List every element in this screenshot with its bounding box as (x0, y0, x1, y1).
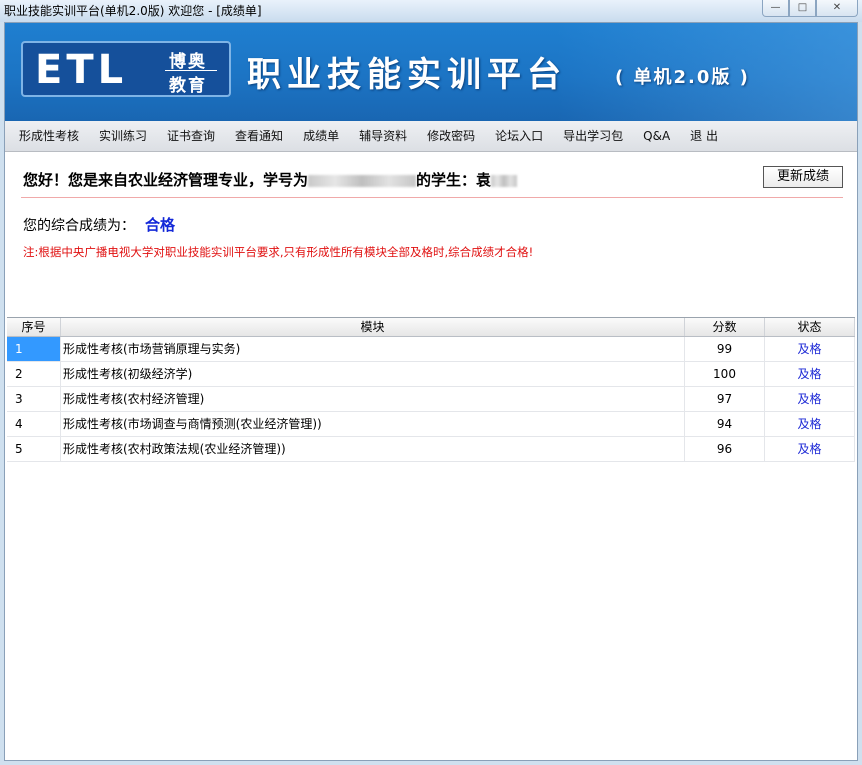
header-divider (21, 197, 843, 198)
row-no: 1 (7, 337, 61, 361)
app-edition: ( 单机2.0版 ) (615, 67, 750, 88)
table-row[interactable]: 4 形成性考核(市场调查与商情预测(农业经济管理)) 94 及格 (7, 412, 855, 437)
window-controls: — □ ✕ (762, 0, 858, 18)
row-score: 94 (685, 412, 765, 436)
menu-bar: 形成性考核 实训练习 证书查询 查看通知 成绩单 辅导资料 修改密码 论坛入口 … (5, 121, 857, 152)
row-status-link[interactable]: 及格 (765, 387, 855, 411)
row-module: 形成性考核(市场营销原理与实务) (61, 337, 685, 361)
menu-item-forum[interactable]: 论坛入口 (485, 121, 553, 151)
col-header-status[interactable]: 状态 (765, 318, 855, 336)
row-module: 形成性考核(初级经济学) (61, 362, 685, 386)
menu-item-export-package[interactable]: 导出学习包 (553, 121, 633, 151)
row-no: 2 (7, 362, 61, 386)
overall-score-label: 您的综合成绩为： (23, 218, 135, 234)
logo-etl-text: ETL (35, 47, 128, 93)
app-title: 职业技能实训平台 (247, 55, 567, 95)
table-row[interactable]: 2 形成性考核(初级经济学) 100 及格 (7, 362, 855, 387)
menu-item-practice[interactable]: 实训练习 (89, 121, 157, 151)
redacted-student-name (491, 174, 518, 187)
row-status-link[interactable]: 及格 (765, 362, 855, 386)
window-title: 职业技能实训平台(单机2.0版) 欢迎您 - [成绩单] (4, 4, 262, 18)
menu-item-certificate-query[interactable]: 证书查询 (157, 121, 225, 151)
window-titlebar: 职业技能实训平台(单机2.0版) 欢迎您 - [成绩单] — □ ✕ (0, 0, 862, 22)
row-no: 3 (7, 387, 61, 411)
minimize-button[interactable]: — (762, 0, 789, 17)
menu-item-qa[interactable]: Q&A (633, 121, 680, 151)
redacted-student-id (308, 174, 417, 187)
menu-item-transcript[interactable]: 成绩单 (293, 121, 349, 151)
row-score: 97 (685, 387, 765, 411)
row-module: 形成性考核(农村经济管理) (61, 387, 685, 411)
row-score: 100 (685, 362, 765, 386)
overall-score: 您的综合成绩为： 合格 (23, 214, 175, 235)
col-header-no[interactable]: 序号 (7, 318, 61, 336)
greeting-line: 您好！您是来自农业经济管理专业，学号为 的学生：袁 (23, 169, 518, 190)
table-row[interactable]: 1 形成性考核(市场营销原理与实务) 99 及格 (7, 337, 855, 362)
maximize-button[interactable]: □ (789, 0, 816, 17)
menu-item-formative-assessment[interactable]: 形成性考核 (5, 121, 89, 151)
row-no: 5 (7, 437, 61, 461)
row-status-link[interactable]: 及格 (765, 437, 855, 461)
col-header-module[interactable]: 模块 (61, 318, 685, 336)
row-module: 形成性考核(市场调查与商情预测(农业经济管理)) (61, 412, 685, 436)
row-score: 99 (685, 337, 765, 361)
logo-cn-top: 博奥 (169, 52, 207, 72)
greeting-suffix: 的学生：袁 (416, 171, 492, 189)
menu-item-tutorials[interactable]: 辅导资料 (349, 121, 417, 151)
menu-item-exit[interactable]: 退 出 (680, 121, 728, 151)
header-banner: ETL 博奥 教育 职业技能实训平台 ( 单机2.0版 ) (5, 23, 857, 121)
col-header-score[interactable]: 分数 (685, 318, 765, 336)
row-status-link[interactable]: 及格 (765, 337, 855, 361)
overall-score-value: 合格 (145, 216, 176, 234)
table-row[interactable]: 5 形成性考核(农村政策法规(农业经济管理)) 96 及格 (7, 437, 855, 462)
update-scores-button[interactable]: 更新成绩 (763, 166, 843, 188)
row-module: 形成性考核(农村政策法规(农业经济管理)) (61, 437, 685, 461)
table-row[interactable]: 3 形成性考核(农村经济管理) 97 及格 (7, 387, 855, 412)
menu-item-notifications[interactable]: 查看通知 (225, 121, 293, 151)
row-no: 4 (7, 412, 61, 436)
greeting-text: 您好！您是来自农业经济管理专业，学号为 (23, 171, 309, 189)
scores-table: 序号 模块 分数 状态 1 形成性考核(市场营销原理与实务) 99 及格 2 形… (7, 317, 855, 462)
logo-cn-bottom: 教育 (169, 76, 207, 96)
requirement-note: 注:根据中央广播电视大学对职业技能实训平台要求,只有形成性所有模块全部及格时,综… (23, 245, 534, 259)
main-window: ETL 博奥 教育 职业技能实训平台 ( 单机2.0版 ) 形成性考核 实训练习… (4, 22, 858, 761)
menu-item-change-password[interactable]: 修改密码 (417, 121, 485, 151)
table-header: 序号 模块 分数 状态 (7, 318, 855, 337)
etl-logo: ETL 博奥 教育 (21, 41, 231, 97)
row-status-link[interactable]: 及格 (765, 412, 855, 436)
close-button[interactable]: ✕ (816, 0, 858, 17)
row-score: 96 (685, 437, 765, 461)
